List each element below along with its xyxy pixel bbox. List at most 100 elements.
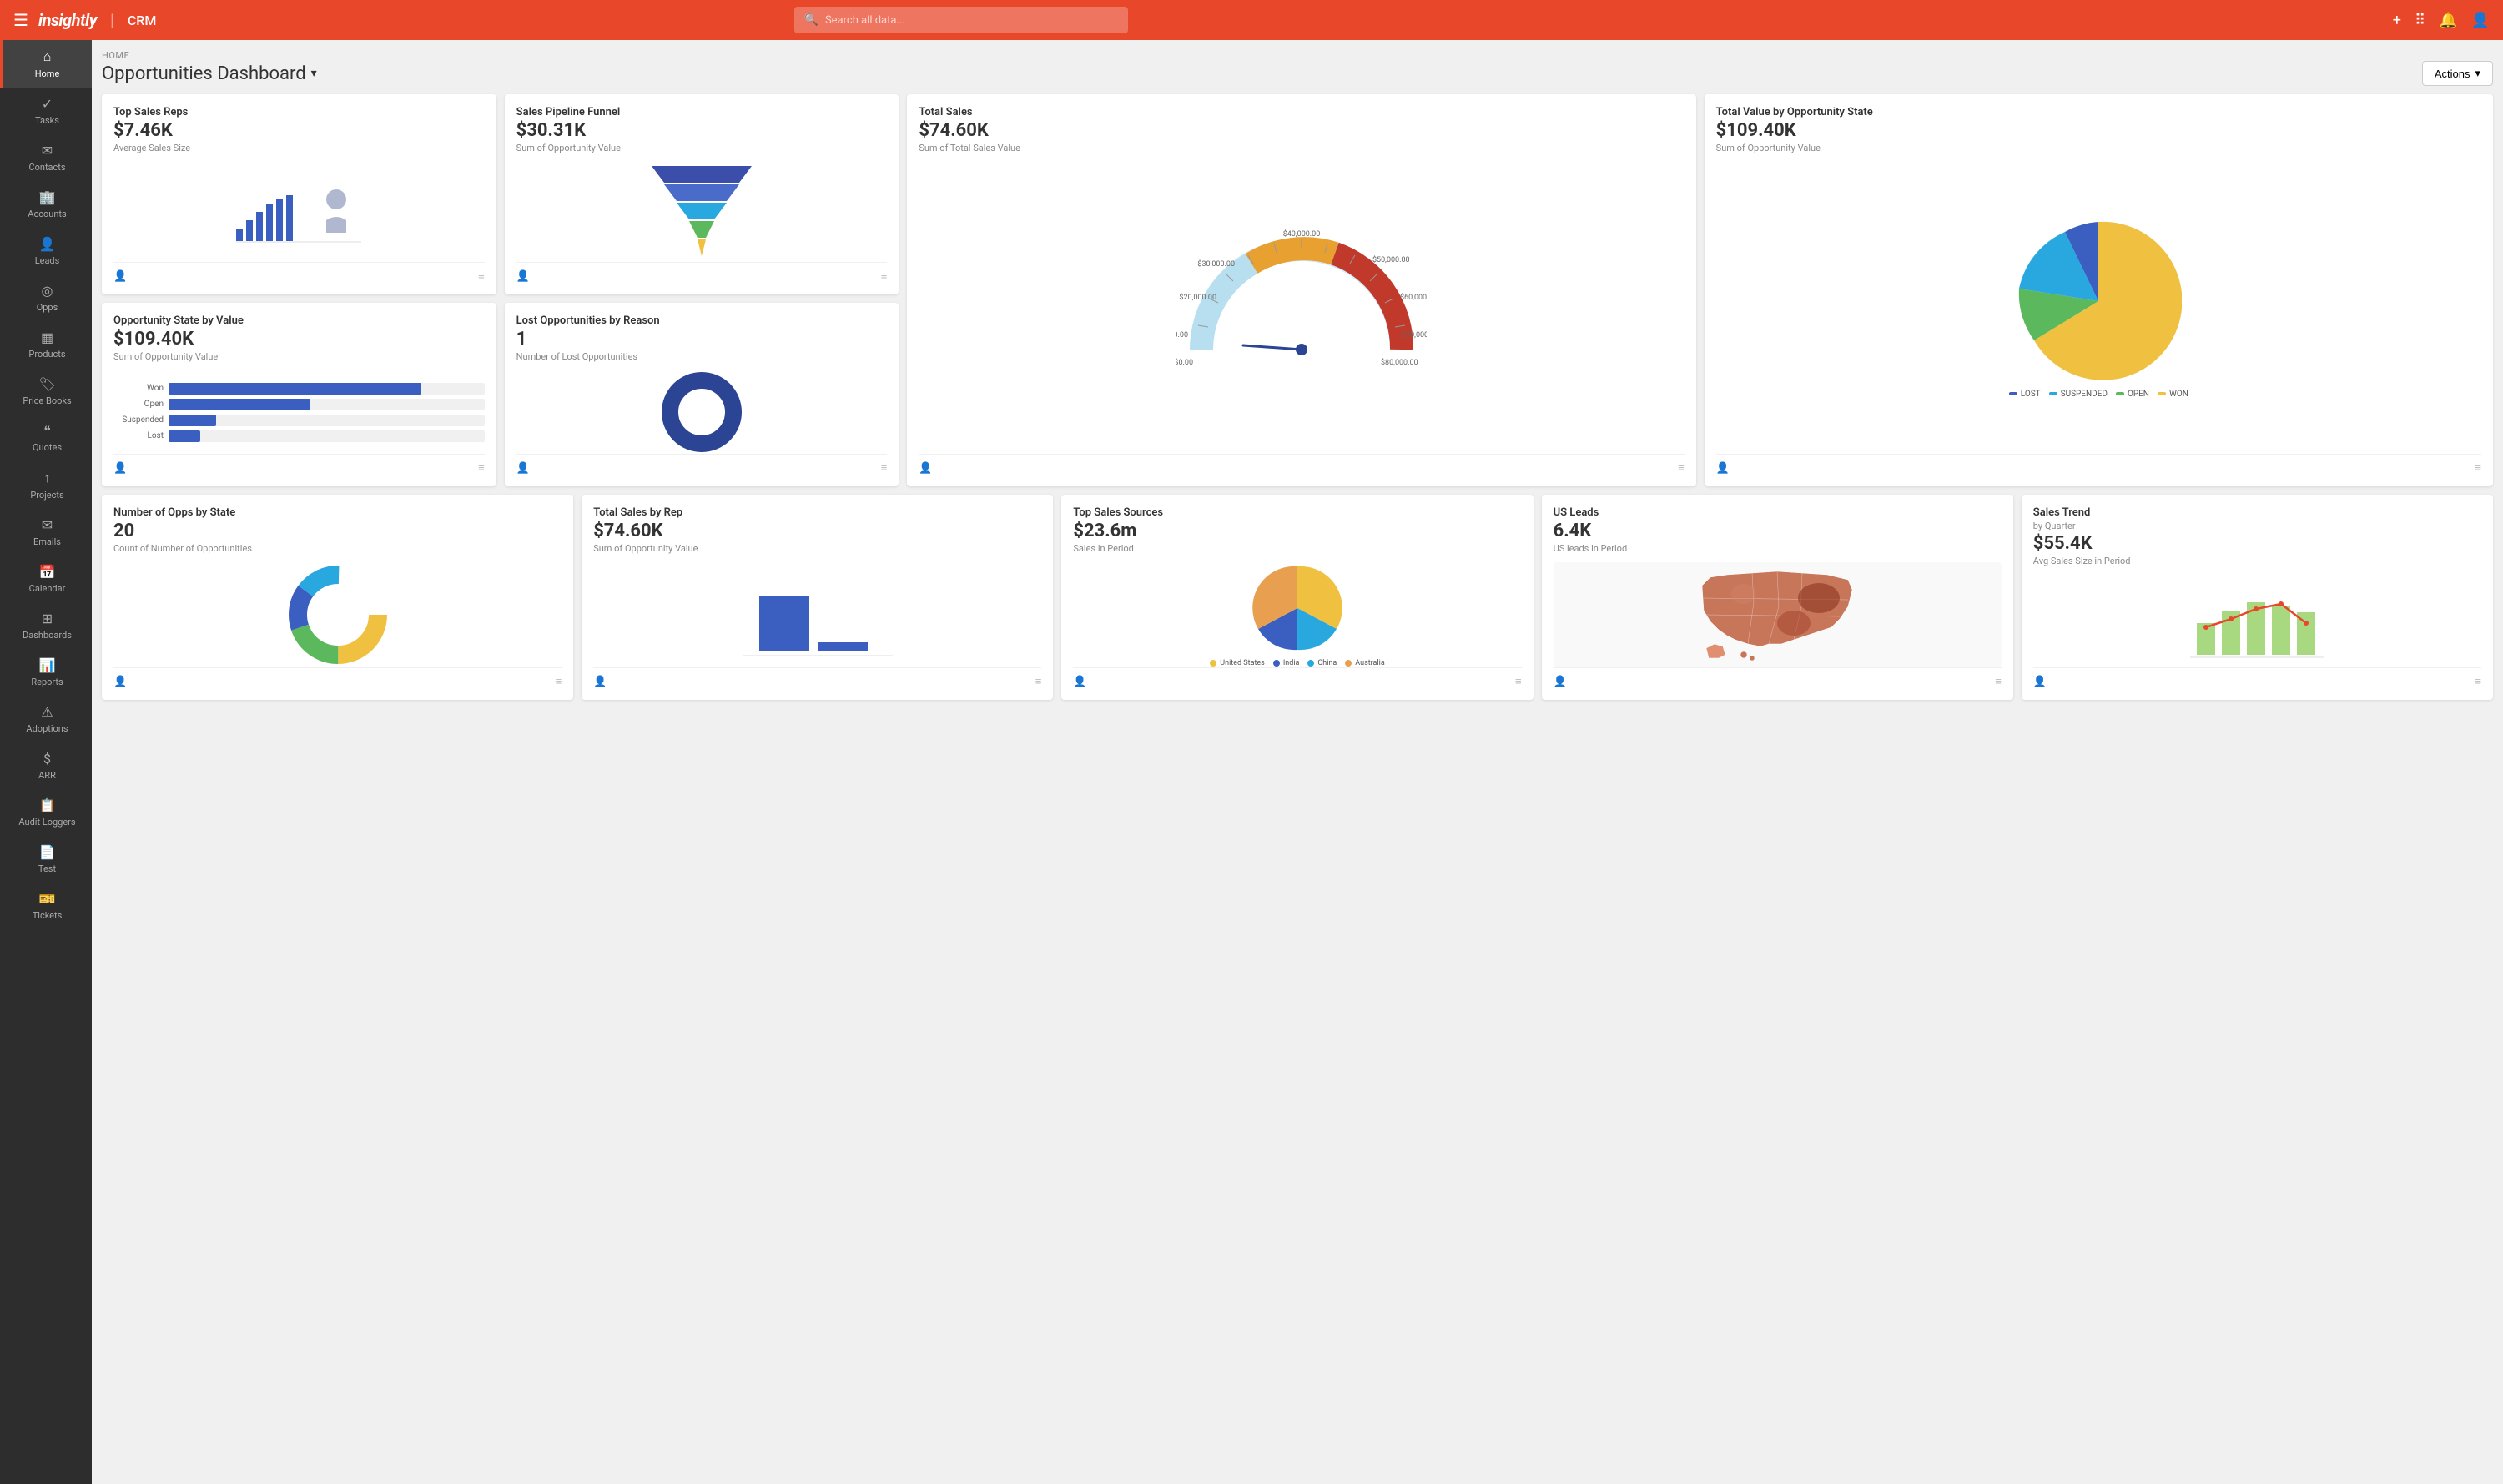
card-value: $109.40K: [113, 329, 485, 350]
card-footer: 👤 ≡: [2033, 667, 2481, 688]
card-us-leads: US Leads 6.4K US leads in Period: [1542, 495, 2013, 700]
legend-label: OPEN: [2128, 390, 2149, 399]
dashboard-grid: Top Sales Reps $7.46K Average Sales Size: [102, 94, 2493, 495]
page-header: HOME Opportunities Dashboard ▾ Actions ▾: [102, 50, 2493, 86]
legend-label: China: [1317, 659, 1337, 667]
us-map: [1554, 562, 2002, 667]
table-icon[interactable]: ≡: [1678, 461, 1685, 475]
sidebar-label: Contacts: [28, 162, 65, 173]
card-subtitle: Number of Lost Opportunities: [516, 351, 888, 362]
quotes-icon: ❝: [43, 423, 51, 439]
card-value: $74.60K: [593, 521, 1041, 541]
funnel-chart: [516, 162, 888, 262]
grid-icon[interactable]: ⠿: [2415, 12, 2425, 29]
actions-button[interactable]: Actions ▾: [2422, 61, 2493, 86]
hamburger-icon[interactable]: ☰: [13, 10, 28, 30]
legend-australia: Australia: [1345, 659, 1384, 667]
person-icon: 👤: [113, 270, 127, 283]
vertical-bar-svg: [743, 592, 893, 659]
pie-chart: United States India China Australia: [1073, 562, 1521, 667]
legend-label: India: [1283, 659, 1300, 667]
sidebar-item-home[interactable]: ⌂ Home: [0, 40, 92, 88]
bar-chart: [593, 562, 1041, 667]
card-title: Lost Opportunities by Reason: [516, 314, 888, 327]
table-icon[interactable]: ≡: [881, 461, 888, 475]
card-subtitle: Sum of Opportunity Value: [113, 351, 485, 362]
table-icon[interactable]: ≡: [1035, 675, 1042, 688]
sidebar: ⌂ Home ✓ Tasks ✉ Contacts 🏢 Accounts 👤 L…: [0, 40, 92, 1484]
table-icon[interactable]: ≡: [1995, 675, 2002, 688]
sidebar-item-arr[interactable]: $ ARR: [0, 742, 92, 789]
legend-china: China: [1307, 659, 1337, 667]
pie-chart: LOST SUSPENDED OPEN WON: [1716, 162, 2481, 454]
table-icon[interactable]: ≡: [2475, 461, 2481, 475]
sidebar-item-reports[interactable]: 📊 Reports: [0, 649, 92, 696]
search-bar[interactable]: 🔍 Search all data...: [794, 7, 1128, 33]
notification-icon[interactable]: 🔔: [2439, 12, 2457, 29]
sidebar-item-test[interactable]: 📄 Test: [0, 836, 92, 883]
table-icon[interactable]: ≡: [1515, 675, 1522, 688]
sidebar-label: Products: [28, 349, 65, 360]
search-icon: 🔍: [804, 13, 818, 27]
card-title: Total Value by Opportunity State: [1716, 106, 2481, 118]
card-title: Top Sales Sources: [1073, 506, 1521, 519]
table-icon[interactable]: ≡: [556, 675, 562, 688]
pie-legend: LOST SUSPENDED OPEN WON: [2009, 390, 2188, 399]
sidebar-item-adoptions[interactable]: ⚠ Adoptions: [0, 696, 92, 742]
card-subtitle: Count of Number of Opportunities: [113, 543, 562, 554]
home-icon: ⌂: [43, 48, 52, 65]
card-sales-trend: Sales Trend by Quarter $55.4K Avg Sales …: [2022, 495, 2493, 700]
card-value: $109.40K: [1716, 120, 2481, 141]
sidebar-item-projects[interactable]: ↑ Projects: [0, 461, 92, 509]
card-title: Number of Opps by State: [113, 506, 562, 519]
arr-icon: $: [43, 751, 51, 767]
funnel-svg: [643, 162, 760, 262]
sidebar-label: Price Books: [23, 395, 71, 406]
sidebar-item-tickets[interactable]: 🎫 Tickets: [0, 883, 92, 929]
reports-icon: 📊: [39, 657, 56, 673]
svg-text:$10,000.00: $10,000.00: [1176, 330, 1188, 340]
sidebar-item-emails[interactable]: ✉ Emails: [0, 509, 92, 556]
trend-svg: [2190, 594, 2324, 661]
table-icon[interactable]: ≡: [478, 461, 485, 475]
page-title: Opportunities Dashboard ▾: [102, 63, 317, 84]
dashboards-icon: ⊞: [42, 611, 53, 626]
sidebar-label: Test: [38, 863, 56, 874]
table-icon[interactable]: ≡: [478, 269, 485, 283]
svg-text:$60,000.00: $60,000.00: [1400, 293, 1427, 302]
audit-icon: 📋: [39, 797, 56, 813]
sidebar-label: Audit Loggers: [18, 817, 75, 828]
legend-us: United States: [1210, 659, 1265, 667]
sidebar-item-products[interactable]: ▦ Products: [0, 321, 92, 368]
user-avatar[interactable]: 👤: [2471, 12, 2490, 29]
add-icon[interactable]: +: [2393, 12, 2401, 29]
table-icon[interactable]: ≡: [881, 269, 888, 283]
card-total-value-by-state: Total Value by Opportunity State $109.40…: [1705, 94, 2493, 486]
adoptions-icon: ⚠: [41, 704, 53, 720]
sidebar-item-contacts[interactable]: ✉ Contacts: [0, 134, 92, 181]
chart-area: [113, 162, 485, 262]
trend-chart: [2033, 575, 2481, 667]
sidebar-item-dashboards[interactable]: ⊞ Dashboards: [0, 602, 92, 649]
legend-label: Australia: [1355, 659, 1384, 667]
products-icon: ▦: [41, 329, 53, 345]
sidebar-item-audit[interactable]: 📋 Audit Loggers: [0, 789, 92, 836]
leads-icon: 👤: [39, 236, 56, 252]
sidebar-item-tasks[interactable]: ✓ Tasks: [0, 88, 92, 134]
card-title: Opportunity State by Value: [113, 314, 485, 327]
card-value: $55.4K: [2033, 533, 2481, 554]
sidebar-item-price-books[interactable]: 🏷 Price Books: [0, 368, 92, 415]
table-icon[interactable]: ≡: [2475, 675, 2481, 688]
sidebar-item-quotes[interactable]: ❝ Quotes: [0, 415, 92, 461]
card-title: Sales Trend: [2033, 506, 2481, 519]
card-subtitle: Avg Sales Size in Period: [2033, 556, 2481, 566]
sidebar-item-opps[interactable]: ◎ Opps: [0, 274, 92, 321]
card-footer: 👤 ≡: [1554, 667, 2002, 688]
sidebar-item-leads[interactable]: 👤 Leads: [0, 228, 92, 274]
card-footer: 👤 ≡: [516, 454, 888, 475]
horizontal-bar-chart: Won Open Suspended Lost: [113, 370, 485, 454]
sidebar-item-accounts[interactable]: 🏢 Accounts: [0, 181, 92, 228]
legend-lost: LOST: [2009, 390, 2041, 399]
opps-icon: ◎: [42, 283, 53, 299]
sidebar-item-calendar[interactable]: 📅 Calendar: [0, 556, 92, 602]
